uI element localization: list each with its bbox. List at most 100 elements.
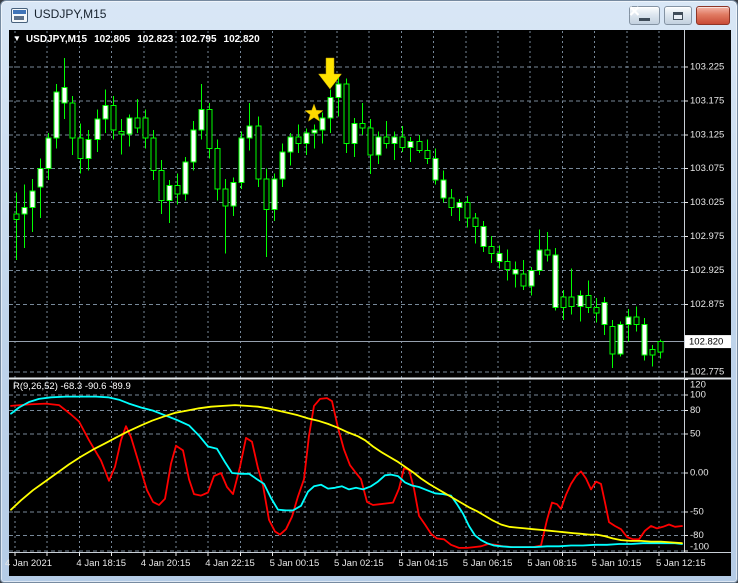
candle-body bbox=[586, 295, 591, 307]
candle-body bbox=[465, 203, 470, 219]
candle-body bbox=[384, 137, 389, 144]
candle bbox=[256, 116, 261, 187]
candle-body bbox=[127, 118, 132, 134]
candle-body bbox=[264, 179, 269, 210]
candle-body bbox=[658, 342, 663, 352]
candle-body bbox=[296, 137, 301, 144]
candle-body bbox=[143, 118, 148, 138]
candle-body bbox=[360, 123, 365, 128]
candle-body bbox=[199, 110, 204, 130]
candle-body bbox=[610, 327, 615, 354]
candle-body bbox=[22, 207, 27, 214]
candle-body bbox=[537, 250, 542, 270]
candle bbox=[553, 248, 558, 310]
price-axis[interactable] bbox=[685, 30, 732, 553]
candle-body bbox=[449, 198, 454, 207]
candle-body bbox=[344, 84, 349, 144]
candle-body bbox=[38, 169, 43, 187]
candle-body bbox=[175, 186, 180, 194]
candle-body bbox=[433, 159, 438, 181]
candle-body bbox=[473, 218, 478, 226]
candle-body bbox=[417, 142, 422, 151]
candle-body bbox=[95, 119, 100, 139]
candle-body bbox=[553, 255, 558, 308]
candle-body bbox=[336, 84, 341, 98]
candle-body bbox=[86, 140, 91, 159]
chart-window: USDJPY,M15 103.225103.175103.125103.0751… bbox=[0, 0, 738, 583]
candle bbox=[642, 318, 647, 361]
candle-body bbox=[545, 250, 550, 255]
window-title: USDJPY,M15 bbox=[34, 7, 106, 21]
candle-body bbox=[320, 118, 325, 130]
chart-background[interactable] bbox=[9, 30, 731, 576]
close-button[interactable] bbox=[696, 6, 730, 25]
time-axis[interactable] bbox=[9, 554, 731, 576]
candle-body bbox=[618, 325, 623, 354]
candle-body bbox=[159, 171, 164, 201]
candle-body bbox=[578, 295, 583, 306]
candle-body bbox=[425, 150, 430, 158]
indicator-label: R(9,26,52) -68.3 -90.6 -89.9 bbox=[13, 381, 131, 392]
candle-body bbox=[368, 128, 373, 155]
candle-body bbox=[54, 92, 59, 138]
candle-body bbox=[505, 262, 510, 270]
candle-body bbox=[408, 142, 413, 148]
chart-ohlc-label: ▼USDJPY,M15102.805102.823102.795102.820 bbox=[13, 34, 260, 45]
restore-icon bbox=[673, 12, 683, 20]
candle-body bbox=[62, 87, 67, 103]
candle-body bbox=[151, 138, 156, 171]
ohlc-high: 102.823 bbox=[137, 34, 173, 45]
chart-symbol: USDJPY,M15 bbox=[26, 34, 87, 45]
candle-body bbox=[78, 138, 83, 158]
chart-window-icon bbox=[11, 8, 28, 23]
candle-body bbox=[280, 152, 285, 179]
candle-body bbox=[183, 162, 188, 194]
ohlc-open: 102.805 bbox=[94, 34, 130, 45]
candle-body bbox=[135, 118, 140, 128]
symbol-dropdown-icon[interactable]: ▼ bbox=[13, 34, 21, 43]
candle-body bbox=[352, 123, 357, 143]
ohlc-close: 102.820 bbox=[224, 34, 260, 45]
candle-body bbox=[602, 302, 607, 324]
close-icon bbox=[629, 6, 640, 16]
candle bbox=[239, 131, 244, 189]
candle-body bbox=[312, 130, 317, 133]
candle-body bbox=[626, 317, 631, 324]
candle-body bbox=[256, 126, 261, 179]
candle-body bbox=[14, 214, 19, 219]
candle bbox=[344, 79, 349, 154]
subwindow-divider[interactable] bbox=[9, 378, 731, 380]
candle-body bbox=[529, 270, 534, 286]
candle-body bbox=[400, 137, 405, 148]
candle-body bbox=[497, 253, 502, 261]
candle bbox=[618, 321, 623, 356]
candle-body bbox=[481, 226, 486, 246]
candle-body bbox=[223, 189, 228, 206]
title-bar[interactable]: USDJPY,M15 bbox=[1, 1, 737, 30]
candle-body bbox=[207, 110, 212, 149]
candle-body bbox=[46, 138, 51, 169]
candle-body bbox=[30, 191, 35, 207]
candle-body bbox=[103, 106, 108, 120]
candle-body bbox=[634, 317, 639, 324]
restore-button[interactable] bbox=[664, 6, 692, 25]
candle-body bbox=[594, 308, 599, 313]
candle-body bbox=[167, 186, 172, 201]
candle bbox=[183, 157, 188, 200]
candle-body bbox=[111, 106, 116, 130]
candle-body bbox=[119, 131, 124, 134]
candle-body bbox=[441, 180, 446, 198]
candle-body bbox=[304, 133, 309, 144]
chart-canvas[interactable]: 103.225103.175103.125103.075103.025102.9… bbox=[1, 1, 738, 583]
candle-body bbox=[191, 130, 196, 162]
candle-body bbox=[489, 247, 494, 254]
candle-body bbox=[561, 297, 566, 308]
minimize-icon bbox=[639, 18, 650, 21]
candle-body bbox=[521, 274, 526, 286]
candle-body bbox=[215, 148, 220, 189]
candle-body bbox=[513, 270, 518, 274]
candle-body bbox=[457, 203, 462, 208]
candle-body bbox=[650, 350, 655, 355]
candle-body bbox=[376, 137, 381, 155]
candle-body bbox=[392, 137, 397, 144]
